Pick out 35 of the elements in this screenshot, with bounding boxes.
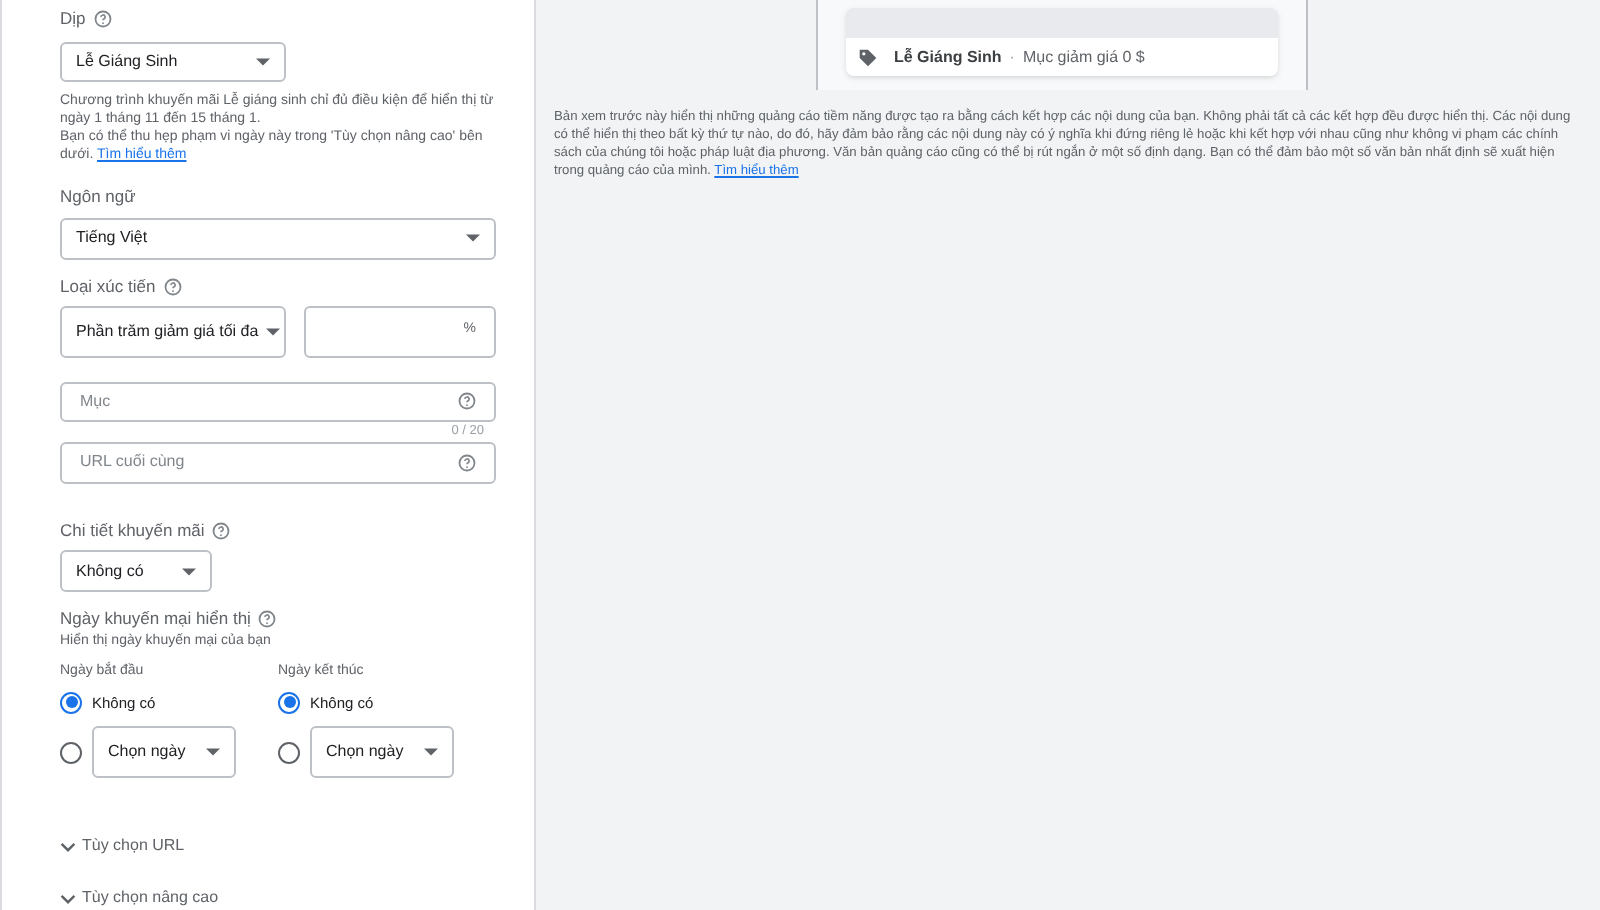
preview-title: Lễ Giáng Sinh (894, 45, 1002, 69)
help-icon[interactable] (258, 609, 277, 628)
radio-button[interactable] (278, 691, 300, 714)
caret-icon (466, 234, 480, 243)
dropdown[interactable]: Phần trăm giảm giá tối đa (60, 305, 286, 358)
expander-toggle[interactable]: Tùy chọn URL (60, 834, 496, 859)
help-icon[interactable] (163, 277, 182, 296)
separator: · (1009, 45, 1015, 69)
help-icon[interactable] (458, 453, 476, 472)
expander-toggle[interactable]: Tùy chọn nâng cao (60, 886, 496, 910)
caret-icon (256, 58, 270, 67)
preview-detail: Mục giảm giá 0 $ (1022, 45, 1145, 69)
help-icon[interactable] (212, 521, 231, 539)
input-field[interactable]: Mục (60, 381, 496, 423)
help-icon[interactable] (458, 392, 476, 411)
dropdown[interactable]: Chọn ngày (92, 726, 236, 779)
caret-icon (266, 327, 281, 336)
radio-button[interactable] (60, 691, 82, 714)
dropdown[interactable]: Lễ Giáng Sinh (60, 41, 286, 83)
field-label: Dịp (60, 6, 86, 32)
field-label: Chi tiết khuyến mãi (60, 517, 205, 543)
dropdown[interactable]: Tiếng Việt (60, 218, 496, 260)
input-field[interactable]: URL cuối cùng (60, 441, 496, 484)
caret-icon (206, 748, 220, 757)
radio-button[interactable] (60, 741, 82, 764)
dropdown[interactable]: Không có (60, 550, 212, 593)
field-label: Ngày khuyến mại hiển thị (60, 606, 251, 632)
field-label: Loại xúc tiến (60, 273, 156, 300)
dropdown[interactable]: Chọn ngày (310, 726, 454, 779)
caret-icon (182, 567, 196, 576)
tag-icon (858, 47, 878, 67)
caret-icon (424, 748, 438, 757)
help-icon[interactable] (93, 9, 112, 28)
radio-button[interactable] (278, 741, 300, 764)
field-label: Ngôn ngữ (60, 184, 136, 211)
